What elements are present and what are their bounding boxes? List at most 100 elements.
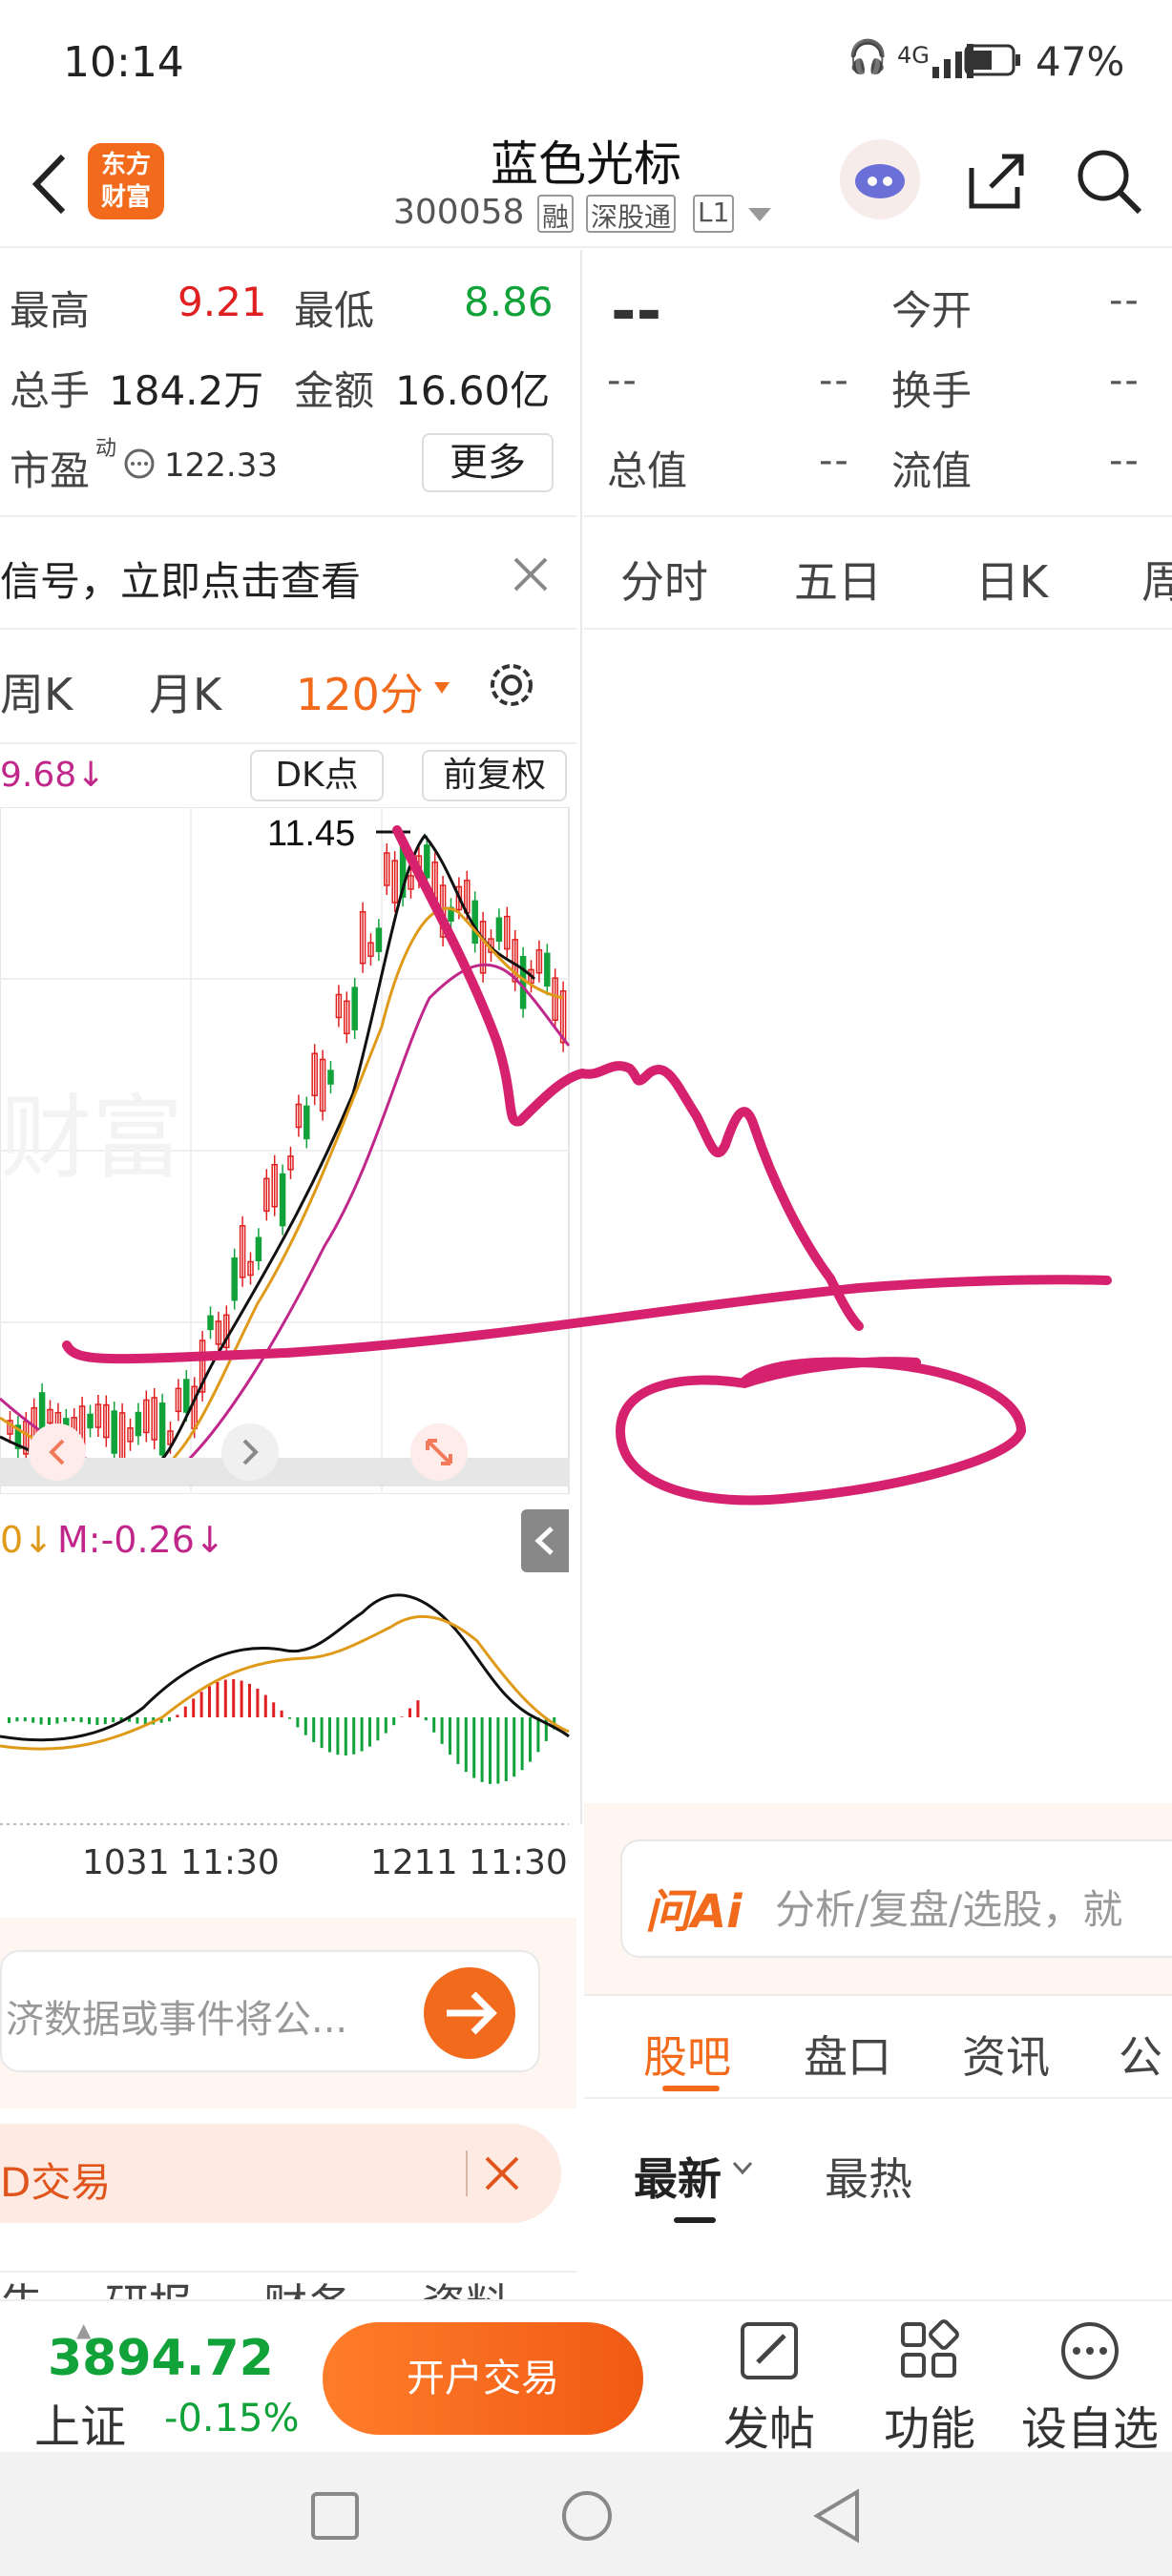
tab-120min[interactable]: 120分 <box>296 660 424 723</box>
nav-function[interactable]: 功能 <box>853 2391 1006 2458</box>
open-account-button[interactable]: 开户交易 <box>323 2322 643 2435</box>
ask-submit-button[interactable] <box>424 1967 515 2059</box>
ai-assistant-avatar[interactable] <box>840 139 920 219</box>
collapse-panel-button[interactable] <box>521 1509 569 1572</box>
close-icon[interactable] <box>512 555 550 593</box>
macd-bar <box>256 1688 260 1717</box>
scroll-left-button[interactable] <box>29 1423 86 1481</box>
macd-bar <box>472 1717 476 1778</box>
macd-bar <box>183 1706 187 1717</box>
float-value-label: 流值 <box>891 447 973 494</box>
scroll-right-button[interactable] <box>221 1423 279 1481</box>
change-value: -- <box>607 359 638 403</box>
sort-tab-hottest[interactable]: 最热 <box>825 2145 912 2208</box>
macd-bar <box>223 1679 227 1717</box>
signal-banner[interactable]: 信号，立即点击查看 <box>0 515 576 630</box>
macd-bar <box>240 1680 243 1717</box>
nav-add-watchlist[interactable]: 设自选 <box>1014 2391 1166 2458</box>
tab-week-k[interactable]: 周K <box>0 660 73 723</box>
ai-input-box[interactable]: 问Ai 分析/复盘/选股，就 <box>620 1839 1172 1958</box>
scroll-track[interactable] <box>0 1458 569 1486</box>
macd-bar <box>23 1717 27 1722</box>
function-grid-icon[interactable] <box>897 2318 962 2383</box>
macd-bar <box>280 1710 283 1717</box>
macd-bar <box>312 1717 316 1743</box>
tab-news[interactable]: 资讯 <box>962 2023 1050 2086</box>
macd-bar <box>168 1717 171 1722</box>
tab-month-k[interactable]: 月K <box>149 660 221 723</box>
macd-bar <box>288 1717 291 1719</box>
macd-left-value: 0↓ <box>0 1519 54 1561</box>
macd-bar <box>192 1698 196 1717</box>
panel-divider <box>580 250 582 1824</box>
tab-forum[interactable]: 股吧 <box>643 2023 731 2086</box>
more-icon[interactable] <box>1057 2318 1122 2383</box>
amount-label: 金额 <box>294 367 375 414</box>
high-label: 最高 <box>10 287 91 334</box>
nav-post[interactable]: 发帖 <box>693 2391 846 2458</box>
share-icon[interactable] <box>962 147 1031 216</box>
macd-bar <box>263 1694 267 1717</box>
macd-bar <box>320 1717 324 1749</box>
macd-bar <box>216 1682 220 1717</box>
macd-bar <box>536 1717 540 1753</box>
low-label: 最低 <box>294 287 375 334</box>
edit-post-icon[interactable] <box>737 2318 802 2383</box>
tab-announcement[interactable]: 告 <box>0 2271 44 2299</box>
macd-bar <box>449 1717 451 1755</box>
amount-value: 16.60亿 <box>395 367 551 414</box>
macd-bar <box>103 1717 107 1725</box>
turnover-label: 换手 <box>891 367 973 414</box>
tab-daily[interactable]: 日K <box>975 548 1048 611</box>
badge-level: L1 <box>693 195 735 233</box>
macd-bar <box>384 1717 387 1734</box>
annotation-circle <box>615 1357 1027 1506</box>
macd-bars-group <box>8 1679 556 1784</box>
pe-sup: 动 <box>95 437 117 461</box>
tab-notice[interactable]: 公 <box>1119 2023 1162 2086</box>
header: 东方 财富 蓝色光标 300058 融 深股通 L1 <box>0 124 1172 248</box>
battery-icon <box>964 44 1020 76</box>
badge-connect: 深股通 <box>586 195 677 233</box>
macd-bar <box>496 1717 500 1784</box>
recents-icon[interactable] <box>309 2490 361 2542</box>
tab-weekly[interactable]: 周 <box>1141 548 1172 611</box>
badge-margin: 融 <box>537 195 575 233</box>
macd-bar <box>303 1717 307 1735</box>
macd-bar <box>513 1717 516 1777</box>
macd-bar <box>336 1717 340 1755</box>
tab-five-day[interactable]: 五日 <box>794 548 882 611</box>
peak-label: 11.45 <box>267 814 355 854</box>
search-icon[interactable] <box>1073 145 1145 218</box>
tab-finance[interactable]: 财务 <box>263 2271 351 2299</box>
more-button[interactable]: 更多 <box>422 433 554 492</box>
tab-intraday[interactable]: 分时 <box>620 548 708 611</box>
macd-bar <box>408 1708 411 1717</box>
volume-value: 184.2万 <box>109 367 264 414</box>
stock-code: 300058 <box>393 193 525 232</box>
float-value: -- <box>1109 439 1141 483</box>
tab-research[interactable]: 研报 <box>105 2271 193 2299</box>
home-icon[interactable] <box>559 2488 615 2544</box>
ai-input-placeholder: 分析/复盘/选股，就 <box>775 1886 1123 1933</box>
tab-profile[interactable]: 资料 <box>422 2271 510 2299</box>
adjust-button[interactable]: 前复权 <box>422 750 567 801</box>
chevron-down-icon[interactable] <box>731 2160 754 2177</box>
macd-bar <box>88 1717 91 1725</box>
info-icon[interactable] <box>122 447 157 481</box>
low-value: 8.86 <box>464 279 554 325</box>
candlestick-chart[interactable]: 财富 11.45 <box>0 807 573 1494</box>
change-pct-value: -- <box>819 359 850 403</box>
index-caret-icon: ▲ <box>76 2318 92 2341</box>
settings-icon[interactable] <box>483 656 540 714</box>
macd-bar <box>39 1717 43 1725</box>
chevron-down-icon[interactable] <box>433 681 450 695</box>
chevron-down-icon[interactable] <box>746 206 773 223</box>
dk-point-button[interactable]: DK点 <box>250 750 384 801</box>
macd-bar <box>360 1717 364 1752</box>
macd-bar <box>63 1717 67 1722</box>
ask-input-box[interactable]: 济数据或事件将公... <box>0 1950 540 2072</box>
sort-tab-latest[interactable]: 最新 <box>634 2145 722 2208</box>
back-nav-icon[interactable] <box>809 2488 863 2544</box>
tab-order-book[interactable]: 盘口 <box>804 2023 891 2086</box>
